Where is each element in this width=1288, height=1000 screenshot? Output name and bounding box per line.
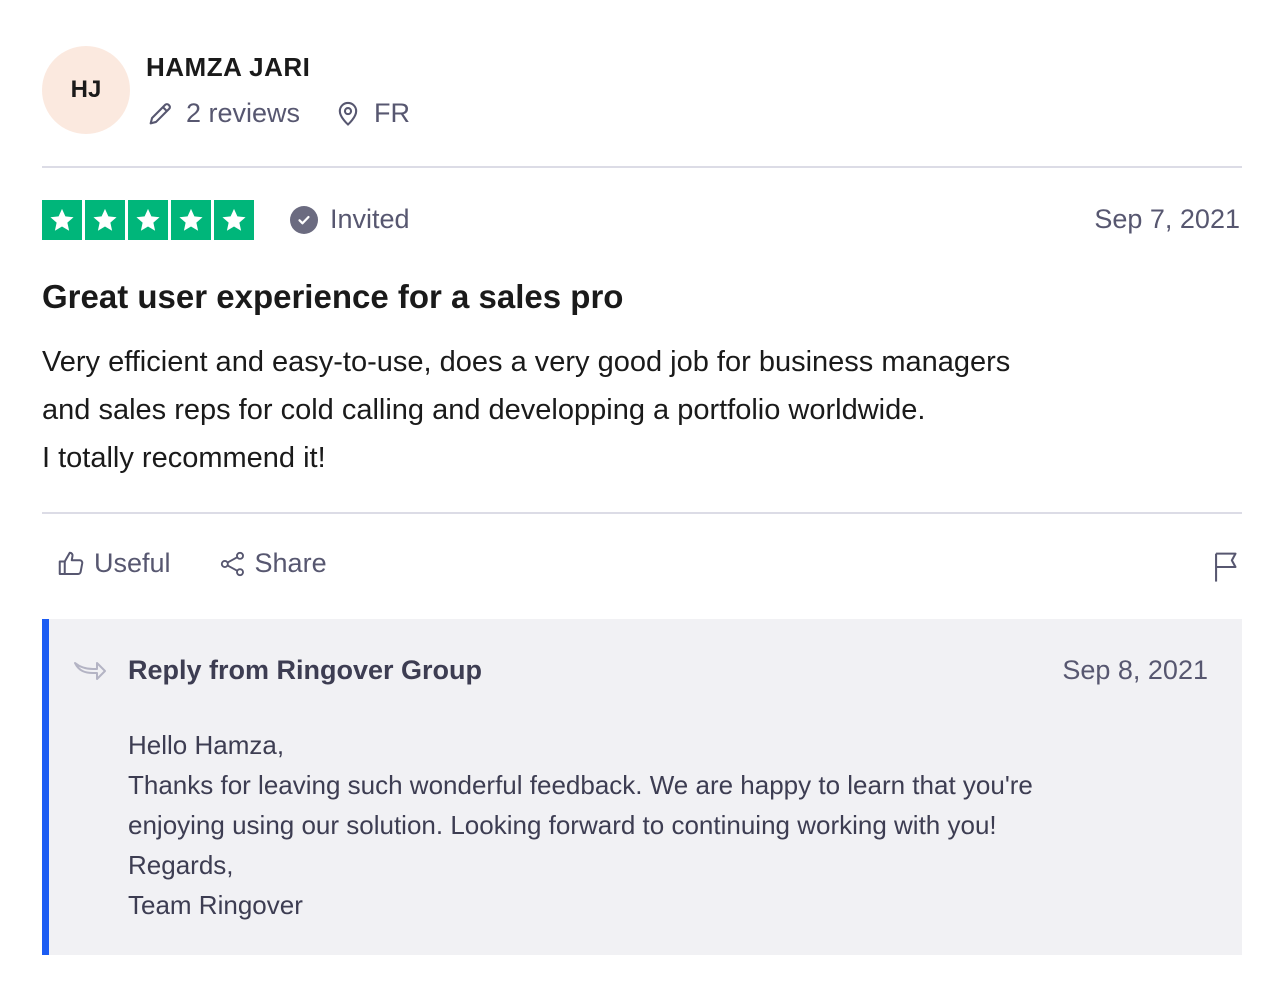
share-icon xyxy=(220,551,244,576)
location-pin-icon xyxy=(338,101,358,126)
consumer-info: HJ HAMZA JARI 2 reviews FR xyxy=(42,46,1242,134)
review-body: Very efficient and easy-to-use, does a v… xyxy=(42,338,1222,482)
divider xyxy=(42,166,1242,168)
review-body-line: Very efficient and easy-to-use, does a v… xyxy=(42,346,1011,378)
star-rating xyxy=(42,200,254,240)
consumer-location: FR xyxy=(334,98,410,129)
review-date: Sep 7, 2021 xyxy=(1094,204,1240,234)
divider xyxy=(42,512,1242,514)
star-icon xyxy=(128,200,168,240)
useful-label: Useful xyxy=(94,548,171,578)
reply-body-line: enjoying using our solution. Looking for… xyxy=(128,810,997,840)
share-label: Share xyxy=(254,548,327,578)
review-actions: Useful Share xyxy=(56,548,327,579)
review-body-line: I totally recommend it! xyxy=(42,442,326,474)
star-icon xyxy=(85,200,125,240)
company-reply: Reply from Ringover Group Sep 8, 2021 He… xyxy=(42,619,1242,955)
consumer-name[interactable]: HAMZA JARI xyxy=(146,52,310,83)
reply-date: Sep 8, 2021 xyxy=(1062,655,1208,685)
useful-button[interactable]: Useful xyxy=(56,548,171,579)
thumbs-up-icon xyxy=(58,551,84,575)
review-body-line: and sales reps for cold calling and deve… xyxy=(42,394,926,426)
reply-arrow-icon xyxy=(74,662,106,680)
star-icon xyxy=(171,200,211,240)
reply-body-line: Team Ringover xyxy=(128,890,303,920)
invited-badge[interactable]: Invited xyxy=(290,204,410,235)
reviews-count-label: 2 reviews xyxy=(186,98,301,128)
avatar[interactable]: HJ xyxy=(42,46,130,134)
pencil-icon xyxy=(149,102,171,124)
reply-body: Hello Hamza, Thanks for leaving such won… xyxy=(128,725,1033,925)
reply-body-line: Hello Hamza, xyxy=(128,730,285,760)
star-icon xyxy=(214,200,254,240)
share-button[interactable]: Share xyxy=(219,548,327,579)
check-circle-icon xyxy=(290,205,318,234)
reviews-count: 2 reviews xyxy=(146,98,300,129)
review-title[interactable]: Great user experience for a sales pro xyxy=(42,278,623,316)
reply-title: Reply from Ringover Group xyxy=(128,655,483,685)
reply-body-line: Regards, xyxy=(128,850,234,880)
star-icon xyxy=(42,200,82,240)
report-flag-button[interactable] xyxy=(1212,550,1242,589)
reply-body-line: Thanks for leaving such wonderful feedba… xyxy=(128,770,1033,800)
country-label: FR xyxy=(374,98,411,128)
consumer-meta: 2 reviews FR xyxy=(146,98,410,129)
invited-label: Invited xyxy=(330,204,410,234)
flag-icon xyxy=(1215,552,1237,582)
